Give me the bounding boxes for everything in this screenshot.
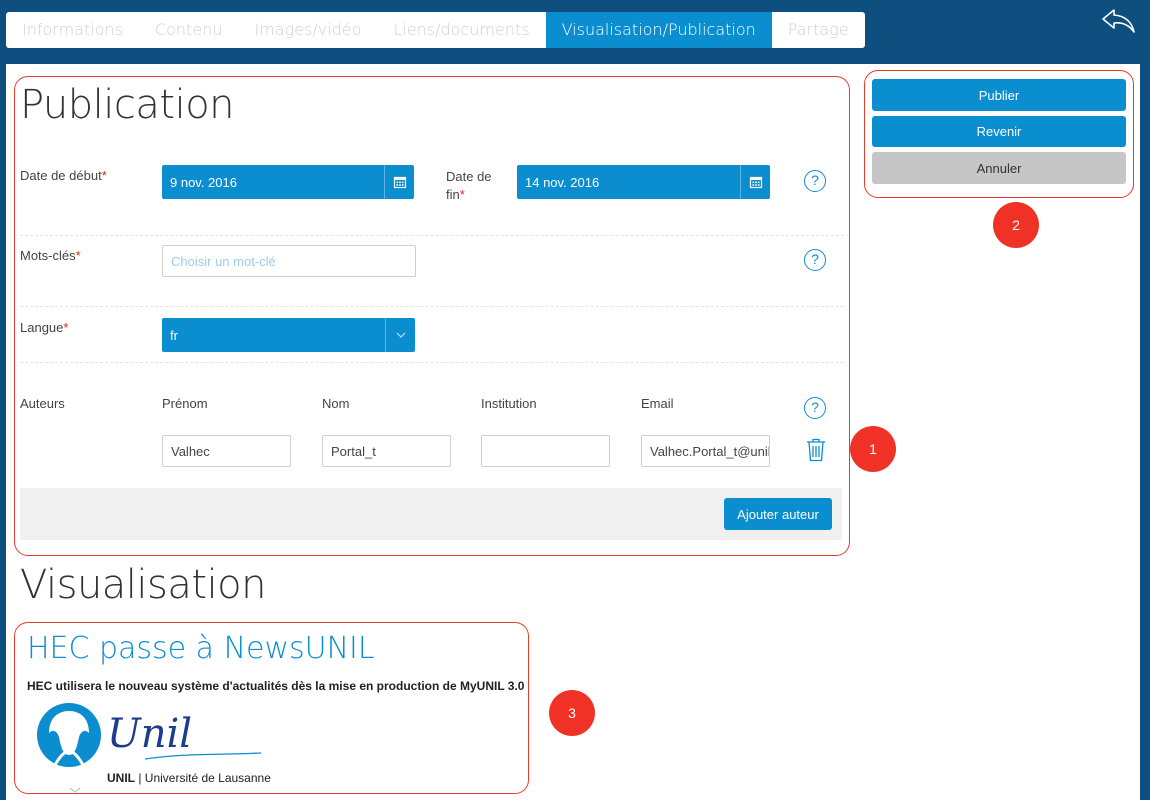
tab-images-video[interactable]: Images/vidéo [238, 12, 377, 48]
tab-liens-documents[interactable]: Liens/documents [377, 12, 545, 48]
language-select[interactable]: fr [162, 318, 415, 352]
author-email-input[interactable]: Valhec.Portal_t@unil.c [641, 435, 770, 467]
start-date-label: Date de début* [20, 168, 107, 183]
chevron-down-icon[interactable] [385, 318, 415, 352]
column-institution: Institution [481, 396, 537, 411]
add-author-button[interactable]: Ajouter auteur [724, 498, 832, 530]
publication-title: Publication [20, 82, 235, 128]
main-panel: Publication Date de début* 9 nov. 2016 D… [6, 64, 1140, 800]
tab-bar: Informations Contenu Images/vidéo Liens/… [6, 12, 865, 48]
start-date-value: 9 nov. 2016 [170, 174, 237, 190]
divider [20, 235, 844, 236]
news-title: HEC passe à NewsUNIL [27, 631, 375, 666]
author-firstname-input[interactable]: Valhec [162, 435, 291, 467]
column-firstname: Prénom [162, 396, 208, 411]
chevron-down-icon[interactable] [69, 787, 81, 794]
publish-button[interactable]: Publier [872, 79, 1126, 111]
column-email: Email [641, 396, 674, 411]
dates-help-icon[interactable]: ? [804, 170, 826, 192]
keywords-label: Mots-clés* [20, 248, 81, 263]
tab-partage[interactable]: Partage [772, 12, 865, 48]
calendar-icon[interactable] [384, 165, 414, 199]
divider [20, 306, 844, 307]
calendar-icon[interactable] [740, 165, 770, 199]
logo-script-text: Unil [107, 711, 192, 757]
cancel-button[interactable]: Annuler [872, 152, 1126, 184]
keywords-help-icon[interactable]: ? [804, 249, 826, 271]
start-date-field[interactable]: 9 nov. 2016 [162, 165, 414, 199]
keywords-input[interactable]: Choisir un mot-clé [162, 245, 416, 277]
language-label: Langue* [20, 320, 69, 335]
visualisation-annotation-frame: HEC passe à NewsUNIL HEC utilisera le no… [14, 622, 529, 794]
end-date-label: Date de fin* [446, 169, 492, 202]
visualisation-title: Visualisation [20, 562, 267, 608]
end-date-field[interactable]: 14 nov. 2016 [517, 165, 770, 199]
trash-icon[interactable] [806, 438, 826, 462]
publication-annotation-frame [14, 76, 850, 556]
news-subtitle: HEC utilisera le nouveau système d'actua… [27, 679, 525, 693]
annotation-badge-3: 3 [549, 690, 595, 736]
tab-visualisation-publication[interactable]: Visualisation/Publication [545, 12, 772, 48]
add-author-bar [20, 488, 842, 540]
authors-label: Auteurs [20, 396, 65, 411]
authors-help-icon[interactable]: ? [804, 397, 826, 419]
column-lastname: Nom [322, 396, 350, 411]
back-button[interactable]: Revenir [872, 116, 1126, 147]
divider [20, 362, 844, 363]
end-date-value: 14 nov. 2016 [525, 174, 600, 190]
annotation-badge-2: 2 [993, 202, 1039, 248]
back-arrow-icon[interactable] [1098, 6, 1138, 36]
tab-informations[interactable]: Informations [6, 12, 139, 48]
logo-caption: UNIL | Université de Lausanne [107, 771, 271, 785]
author-lastname-input[interactable]: Portal_t [322, 435, 451, 467]
author-institution-input[interactable] [481, 435, 610, 467]
tab-contenu[interactable]: Contenu [139, 12, 239, 48]
language-value: fr [170, 327, 178, 343]
annotation-badge-1: 1 [850, 426, 896, 472]
